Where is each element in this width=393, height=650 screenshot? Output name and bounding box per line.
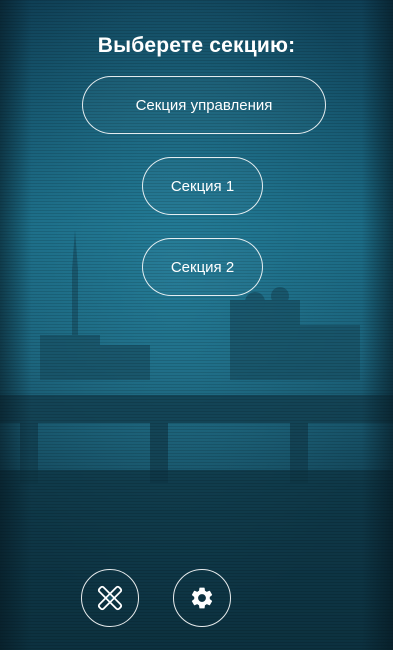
- close-x-icon: [97, 585, 123, 611]
- close-button[interactable]: [81, 569, 139, 627]
- section-select-screen: Выберете секцию: Секция управления Секци…: [0, 0, 393, 650]
- section-control-button[interactable]: Секция управления: [82, 76, 326, 134]
- gear-icon: [191, 587, 213, 609]
- section-1-label: Секция 1: [170, 177, 235, 195]
- section-2-label: Секция 2: [170, 258, 235, 276]
- settings-button[interactable]: [173, 569, 231, 627]
- section-control-label: Секция управления: [135, 96, 273, 114]
- section-2-button[interactable]: Секция 2: [142, 238, 263, 296]
- section-1-button[interactable]: Секция 1: [142, 157, 263, 215]
- page-title: Выберете секцию:: [97, 34, 296, 57]
